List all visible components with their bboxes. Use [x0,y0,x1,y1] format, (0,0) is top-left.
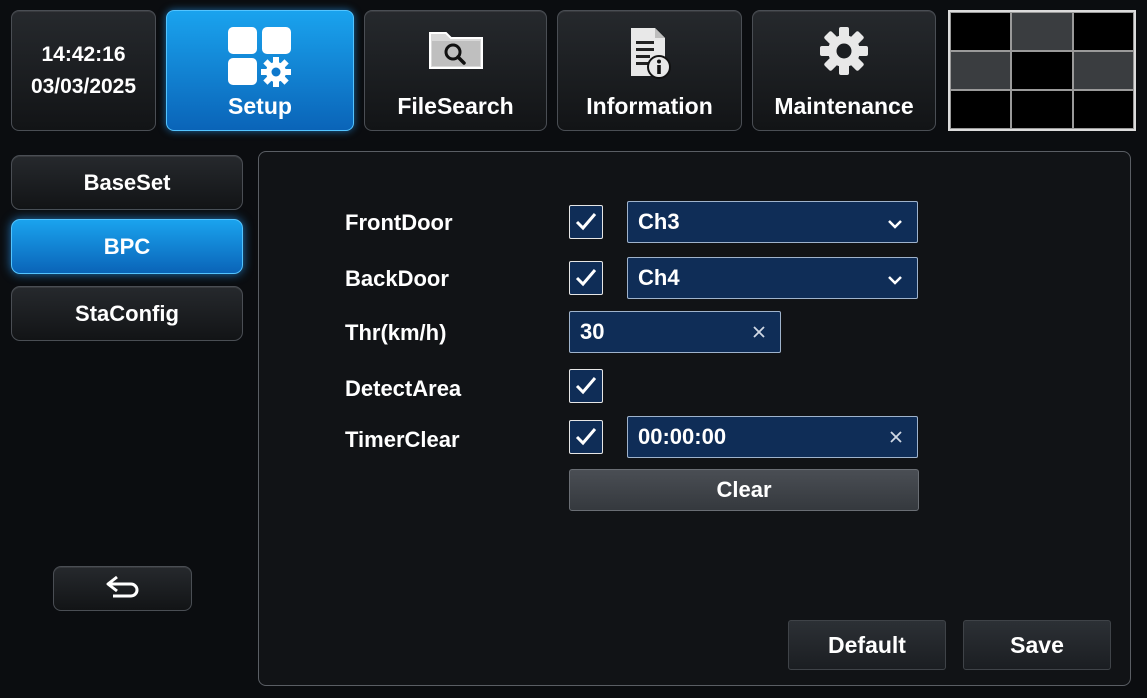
sidebar-item-label: BPC [103,233,151,259]
default-button[interactable]: Default [788,620,946,670]
sidebar-item-bpc[interactable]: BPC [11,219,243,274]
sidebar-item-label: BaseSet [83,169,171,195]
save-button[interactable]: Save [963,620,1111,670]
tab-maintenance-label: Maintenance [774,93,914,119]
clear-input-icon[interactable] [889,424,903,450]
tab-maintenance[interactable]: Maintenance [752,10,936,131]
grid-cell[interactable] [950,90,1012,129]
save-button-label: Save [1010,631,1064,658]
back-arrow-icon [103,573,143,604]
grid-cell[interactable] [1011,51,1073,90]
sidebar-item-staconfig[interactable]: StaConfig [11,286,243,341]
chevron-down-icon [887,265,903,291]
check-icon [575,428,597,446]
setup-icon [226,25,294,93]
timer-clear-time-value: 00:00:00 [638,424,727,449]
timer-clear-checkbox[interactable] [569,420,603,454]
channel-layout-grid[interactable] [948,10,1136,131]
back-door-label: BackDoor [345,266,449,291]
detect-area-checkbox[interactable] [569,369,603,403]
tab-filesearch[interactable]: FileSearch [364,10,547,131]
timer-clear-time-input[interactable]: 00:00:00 [627,416,918,458]
tab-information-label: Information [586,93,713,119]
sidebar-item-baseset[interactable]: BaseSet [11,155,243,210]
front-door-checkbox[interactable] [569,205,603,239]
clock-date: 03/03/2025 [30,74,137,98]
sidebar-item-label: StaConfig [75,300,179,326]
information-icon [627,25,673,87]
clock-time: 14:42:16 [41,42,126,66]
tab-setup-label: Setup [228,93,292,119]
clear-button-label: Clear [716,477,772,502]
front-door-label: FrontDoor [345,210,453,235]
grid-cell[interactable] [950,12,1012,51]
detect-area-label: DetectArea [345,376,462,401]
grid-cell[interactable] [1072,51,1134,90]
check-icon [575,269,597,287]
check-icon [575,377,597,395]
tab-filesearch-label: FileSearch [397,93,514,119]
tab-setup[interactable]: Setup [166,10,354,131]
clock-display: 14:42:16 03/03/2025 [11,10,156,131]
threshold-value: 30 [580,319,605,344]
back-door-channel-value: Ch4 [638,265,680,290]
grid-cell[interactable] [1072,12,1134,51]
threshold-input[interactable]: 30 [569,311,781,353]
grid-cell[interactable] [1072,90,1134,129]
file-search-icon [426,25,486,77]
gear-icon [818,25,870,83]
timer-clear-label: TimerClear [345,427,460,452]
grid-cell[interactable] [950,51,1012,90]
back-door-checkbox[interactable] [569,261,603,295]
tab-information[interactable]: Information [557,10,742,131]
back-door-channel-select[interactable]: Ch4 [627,257,918,299]
default-button-label: Default [828,631,906,658]
back-button[interactable] [53,566,192,611]
clear-input-icon[interactable] [752,319,766,345]
threshold-label: Thr(km/h) [345,320,447,345]
check-icon [575,213,597,231]
front-door-channel-select[interactable]: Ch3 [627,201,918,243]
chevron-down-icon [887,209,903,235]
grid-cell[interactable] [1011,12,1073,51]
clear-button[interactable]: Clear [569,469,919,511]
grid-cell[interactable] [1011,90,1073,129]
front-door-channel-value: Ch3 [638,209,680,234]
